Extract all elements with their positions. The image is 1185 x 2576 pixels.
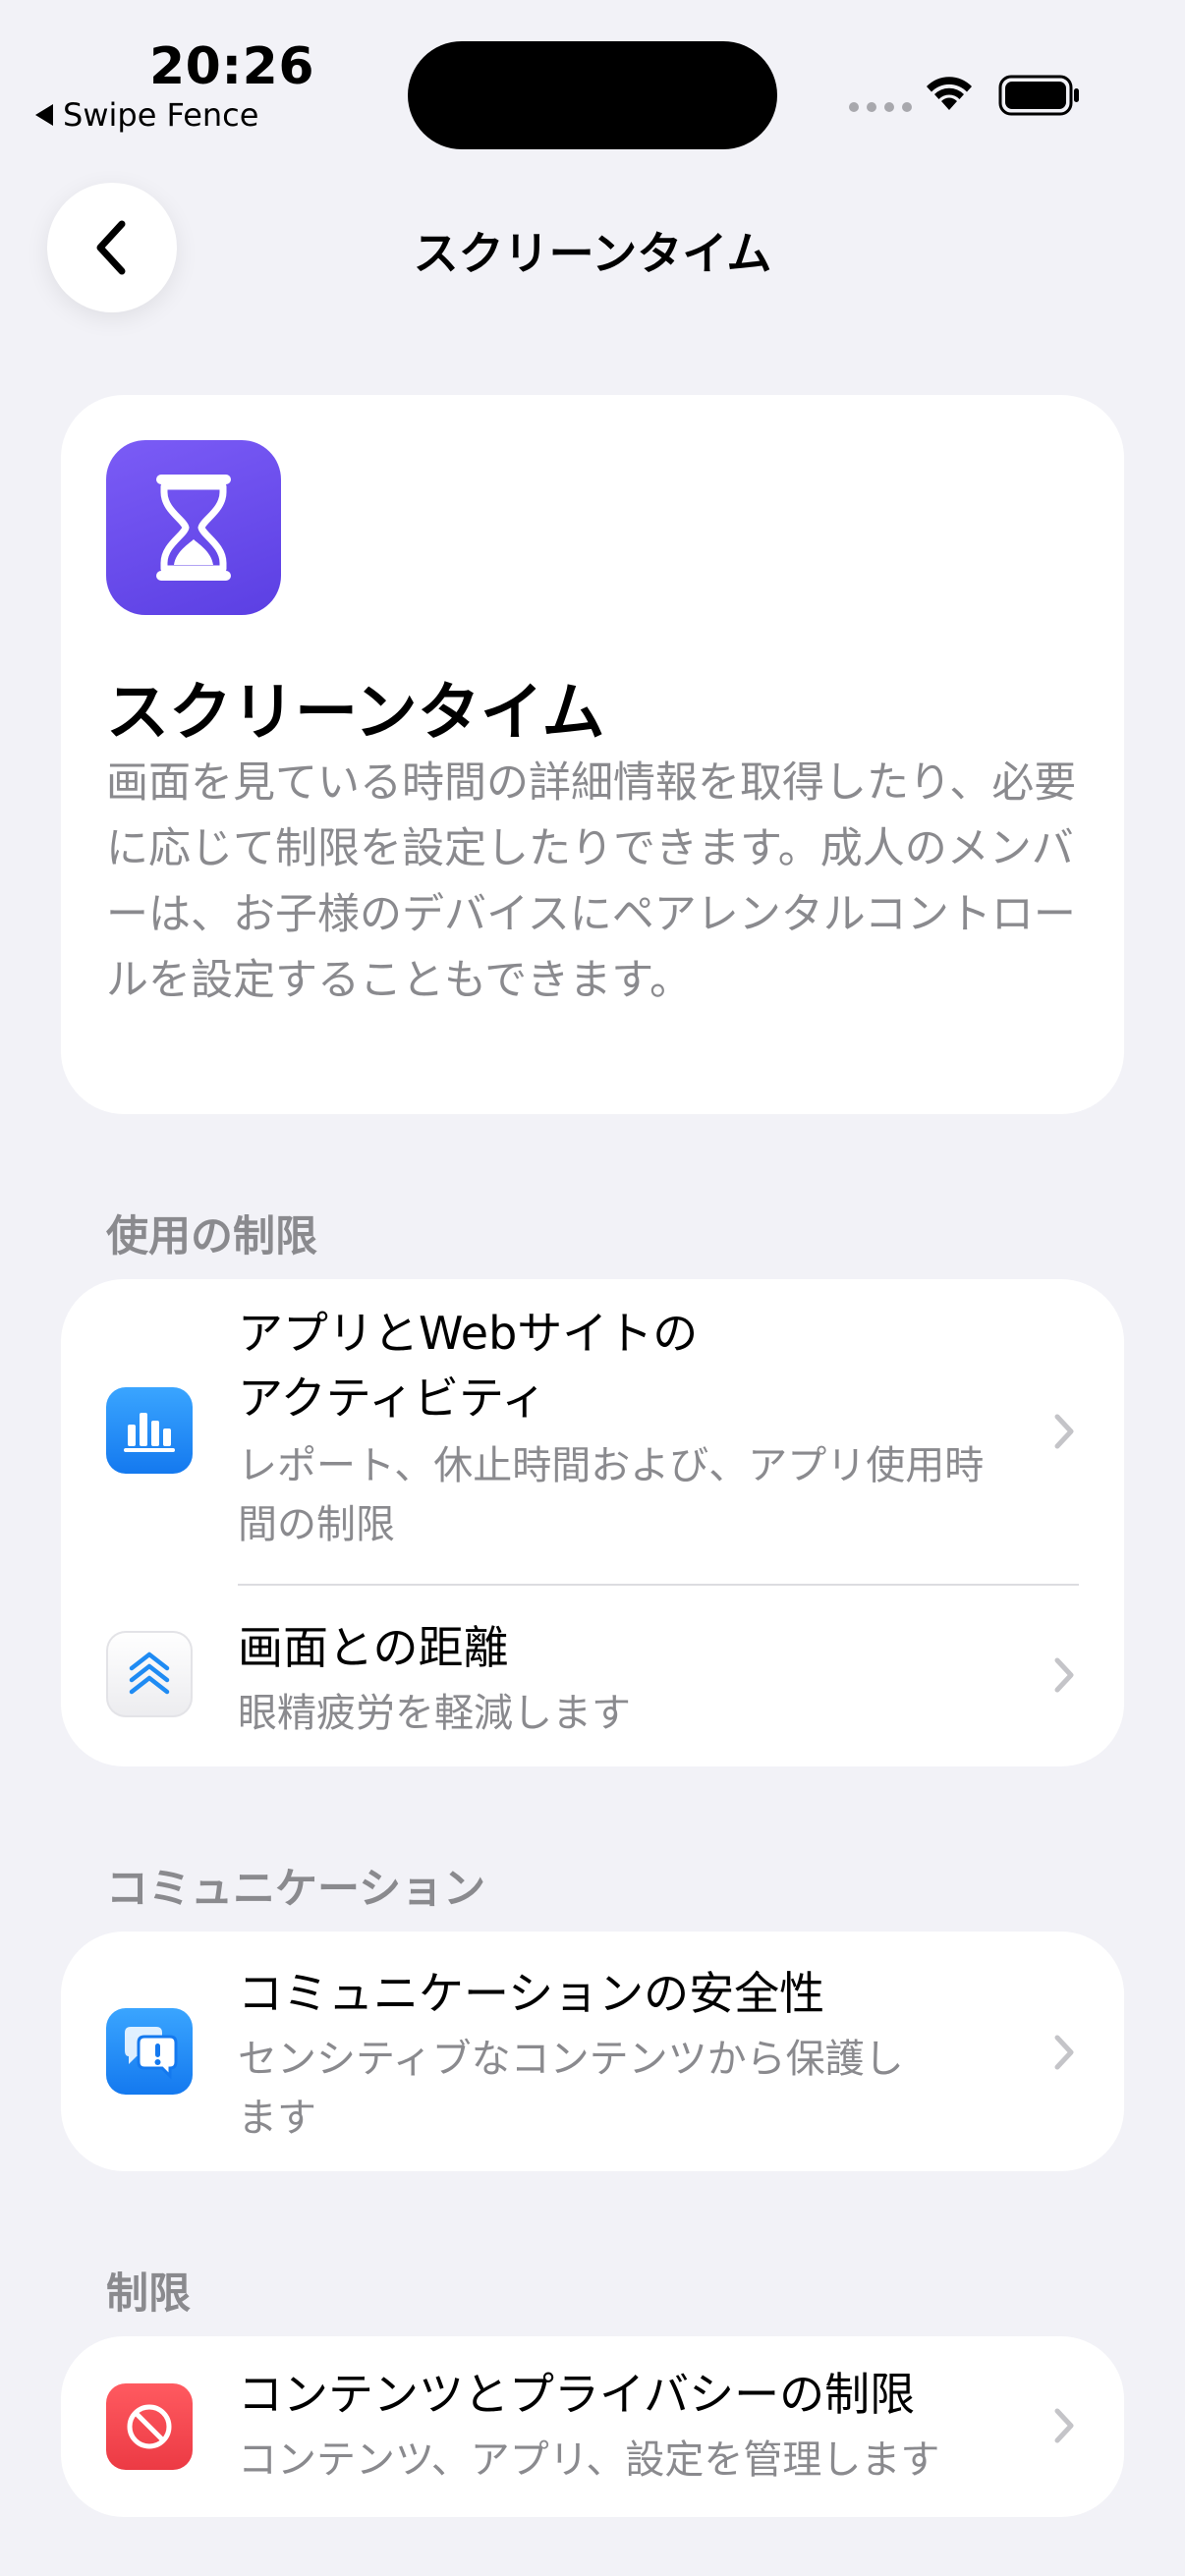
cellular-signal-icon [849,102,912,112]
chevron-right-icon [1049,2405,1079,2450]
app-web-activity-title-line2: アクティビティ [238,1372,547,1425]
restriction-icon [106,2383,193,2470]
dynamic-island [408,41,777,149]
restrictions-group: コンテンツとプライバシーの制限 コンテンツ、アプリ、設定を管理します [61,2336,1124,2517]
app-web-activity-subtitle: レポート、休止時間および、アプリ使用時間の制限 [238,1443,985,1547]
communication-group: コミュニケーションの安全性 センシティブなコンテンツから保護します [61,1932,1124,2171]
content-privacy-row[interactable]: コンテンツとプライバシーの制限 コンテンツ、アプリ、設定を管理します [61,2336,1124,2517]
content-privacy-subtitle: コンテンツ、アプリ、設定を管理します [238,2437,940,2483]
page-title: スクリーンタイム [413,227,772,280]
app-web-activity-title-line1: アプリとWebサイトの [238,1307,699,1360]
wifi-icon [922,69,977,116]
section-header-restrictions: 制限 [106,2269,191,2319]
battery-icon [998,75,1081,120]
section-header-communication: コミュニケーション [106,1865,486,1914]
back-to-app-link[interactable]: Swipe Fence [35,96,258,134]
communication-safety-title: コミュニケーションの安全性 [238,1967,825,2020]
chevron-right-icon [1049,1654,1079,1700]
back-triangle-icon [35,104,53,126]
bar-chart-icon [106,1387,193,1474]
screen-distance-row[interactable]: 画面との距離 眼精疲労を軽減します [61,1586,1124,1766]
usage-limits-group: アプリとWebサイトの アクティビティ レポート、休止時間および、アプリ使用時間… [61,1279,1124,1766]
screen-distance-icon [106,1631,193,1717]
content-privacy-title: コンテンツとプライバシーの制限 [238,2368,916,2421]
chevron-right-icon [1049,1411,1079,1456]
section-header-usage-limits: 使用の制限 [106,1212,317,1261]
hourglass-icon [106,440,281,615]
back-app-label: Swipe Fence [63,96,259,134]
hero-description: 画面を見ている時間の詳細情報を取得したり、必要に応じて制限を設定したりできます。… [106,758,1077,1005]
status-time: 20:26 [149,37,315,96]
communication-safety-row[interactable]: コミュニケーションの安全性 センシティブなコンテンツから保護します [61,1932,1124,2171]
screen-time-hero-card: スクリーンタイム 画面を見ている時間の詳細情報を取得したり、必要に応じて制限を設… [61,395,1124,1114]
screen-distance-subtitle: 眼精疲労を軽減します [238,1691,631,1736]
message-alert-icon [106,2008,193,2095]
chevron-right-icon [1049,2032,1079,2077]
screen-distance-title: 画面との距離 [238,1621,509,1674]
app-web-activity-row[interactable]: アプリとWebサイトの アクティビティ レポート、休止時間および、アプリ使用時間… [61,1279,1124,1584]
communication-safety-subtitle: センシティブなコンテンツから保護します [238,2037,904,2141]
hero-title: スクリーンタイム [106,677,605,750]
